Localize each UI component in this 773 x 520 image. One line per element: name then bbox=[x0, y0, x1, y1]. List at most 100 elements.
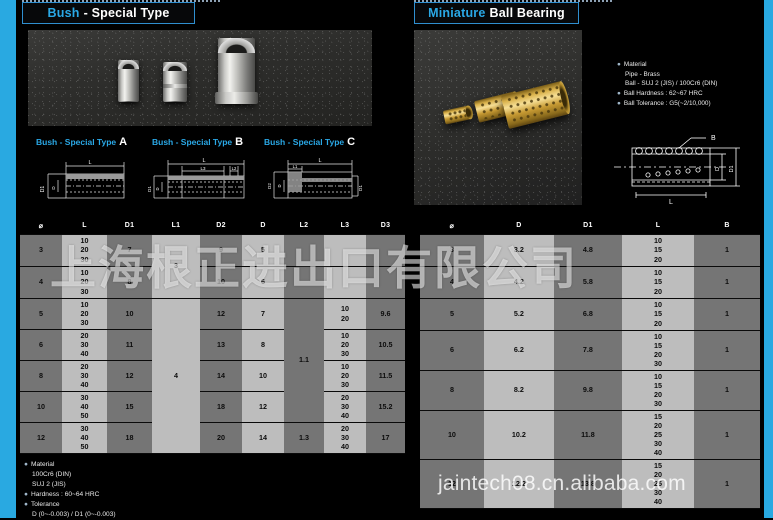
spec-text: Material bbox=[30, 461, 55, 468]
col-header: ⌀ bbox=[420, 218, 484, 234]
cell-L3: 10 20 30 bbox=[324, 359, 366, 392]
panel-title-ball-bearing: Miniature Ball Bearing bbox=[414, 2, 579, 24]
bush-product-photo bbox=[28, 30, 372, 126]
table-row: 3 10 20 30 7 3 9 5 bbox=[20, 233, 405, 299]
cell-D3: 10.5 bbox=[366, 328, 405, 361]
svg-text:L: L bbox=[202, 158, 205, 164]
cell-B: 1 bbox=[694, 329, 760, 371]
cell-dia: 4 bbox=[420, 265, 484, 299]
cell-D1: 9.8 bbox=[553, 369, 622, 411]
cell-L: 30 40 50 bbox=[62, 390, 107, 423]
spec-item: ● Material bbox=[24, 460, 116, 470]
spec-text: 100Cr6 (DIN) bbox=[32, 471, 72, 479]
cell-D1: 18 bbox=[107, 421, 152, 454]
table-row: 4 10 20 30 8 10 6 bbox=[20, 265, 405, 299]
cell-D3-empty bbox=[366, 265, 405, 299]
cell-D2: 10 bbox=[200, 265, 242, 299]
cell-L2-empty bbox=[284, 233, 324, 267]
cell-D2: 14 bbox=[200, 359, 242, 392]
svg-text:L1: L1 bbox=[293, 164, 298, 169]
cell-D1: 10 bbox=[107, 297, 152, 330]
cell-D1: 4.8 bbox=[553, 233, 622, 267]
col-header: ⌀ bbox=[20, 218, 62, 234]
photo-texture bbox=[28, 30, 372, 126]
cell-dia: 3 bbox=[420, 233, 484, 267]
spec-item: ● Material bbox=[617, 60, 717, 70]
cell-L: 10 15 20 30 bbox=[621, 329, 695, 371]
svg-text:D: D bbox=[715, 167, 721, 171]
cell-L: 15 20 25 30 40 bbox=[621, 458, 695, 509]
cell-dia: 3 bbox=[20, 233, 62, 267]
cell-L3: 10 20 bbox=[324, 297, 366, 330]
cell-B: 1 bbox=[694, 409, 760, 460]
spec-text: Tolerance bbox=[30, 501, 60, 509]
cell-L: 10 15 20 bbox=[621, 233, 695, 267]
col-header: B bbox=[694, 218, 760, 234]
spec-text: Ball - SUJ 2 (JIS) / 100Cr6 (DIN) bbox=[625, 80, 718, 88]
cell-D1: 11.8 bbox=[553, 409, 622, 460]
bush-title-rest: - Special Type bbox=[83, 6, 170, 20]
cell-D: 8.2 bbox=[483, 369, 554, 411]
cell-L: 30 40 50 bbox=[62, 421, 107, 454]
cell-D2: 13 bbox=[200, 328, 242, 361]
cell-D1: 7.8 bbox=[553, 329, 622, 371]
cell-L1-group-bottom: 4 bbox=[152, 297, 200, 454]
cell-dia: 4 bbox=[20, 265, 62, 299]
cell-B: 1 bbox=[694, 458, 760, 509]
cell-L: 10 20 30 bbox=[62, 233, 107, 267]
drawing-bush-type-a: L D1 D bbox=[40, 160, 125, 199]
spec-text: Ball Tolerance : G5(~2/10,000) bbox=[623, 99, 711, 107]
col-header: D1 bbox=[553, 218, 622, 234]
svg-text:L3: L3 bbox=[200, 166, 206, 171]
cell-D: 6 bbox=[242, 265, 284, 299]
caption-b-text: Bush - Special Type bbox=[152, 137, 233, 147]
cell-L2-group-top: 1.1 bbox=[284, 297, 324, 423]
bullet-icon: ● bbox=[617, 61, 621, 68]
cell-D3: 11.5 bbox=[366, 359, 405, 392]
table-row: 5 5.2 6.8 10 15 20 1 bbox=[420, 297, 760, 331]
cell-L3: 10 20 30 bbox=[324, 328, 366, 361]
cell-D3: 15.2 bbox=[366, 390, 405, 423]
table-row: 8 8.2 9.8 10 15 20 30 1 bbox=[420, 369, 760, 411]
cell-L3: 20 30 40 bbox=[324, 390, 366, 423]
cell-D2: 18 bbox=[200, 390, 242, 423]
bullet-icon: ● bbox=[24, 461, 28, 468]
svg-text:D: D bbox=[277, 184, 282, 187]
cell-dia: 10 bbox=[420, 409, 484, 460]
spec-item: ● Tolerance bbox=[24, 500, 116, 510]
ball-title-rest: Ball Bearing bbox=[489, 6, 565, 20]
cell-D3: 17 bbox=[366, 421, 405, 454]
svg-text:D2: D2 bbox=[267, 183, 272, 189]
cell-dia: 12 bbox=[420, 458, 484, 509]
svg-text:D: D bbox=[155, 187, 160, 190]
cell-L: 10 20 30 bbox=[62, 297, 107, 330]
spec-item: Pipe - Brass bbox=[617, 70, 717, 80]
caption-c-letter: C bbox=[347, 136, 356, 148]
left-accent-rail bbox=[0, 0, 16, 518]
cell-D1: 11 bbox=[107, 328, 152, 361]
cell-D: 7 bbox=[242, 297, 284, 330]
spec-item: D (0~-0.003) / D1 (0~-0.003) bbox=[24, 510, 116, 520]
cell-L: 20 30 40 bbox=[62, 359, 107, 392]
cell-D: 3.2 bbox=[483, 233, 554, 267]
spec-text: SUJ 2 (JIS) bbox=[32, 481, 66, 489]
svg-text:L: L bbox=[318, 158, 321, 164]
cell-L3: 20 30 40 bbox=[324, 421, 366, 454]
bullet-icon: ● bbox=[617, 90, 621, 98]
cell-D1: 13.8 bbox=[553, 458, 622, 509]
col-header: L1 bbox=[152, 218, 200, 234]
bush-sample-small bbox=[118, 60, 139, 105]
spec-text: Material bbox=[623, 61, 647, 68]
table-row: 8 20 30 40 12 14 10 10 20 30 11.5 bbox=[20, 359, 405, 392]
cell-L1-group-top: 3 bbox=[152, 233, 200, 299]
bush-sample-medium bbox=[163, 62, 187, 105]
cell-B: 1 bbox=[694, 233, 760, 267]
cell-dia: 10 bbox=[20, 390, 62, 423]
table-row: 10 30 40 50 15 18 12 20 30 40 15.2 bbox=[20, 390, 405, 423]
cell-D: 8 bbox=[242, 328, 284, 361]
svg-text:D1: D1 bbox=[40, 186, 46, 193]
caption-c-text: Bush - Special Type bbox=[264, 137, 345, 147]
spec-item: Ball - SUJ 2 (JIS) / 100Cr6 (DIN) bbox=[617, 79, 717, 89]
col-header: L bbox=[621, 218, 695, 234]
cell-dia: 5 bbox=[420, 297, 484, 331]
